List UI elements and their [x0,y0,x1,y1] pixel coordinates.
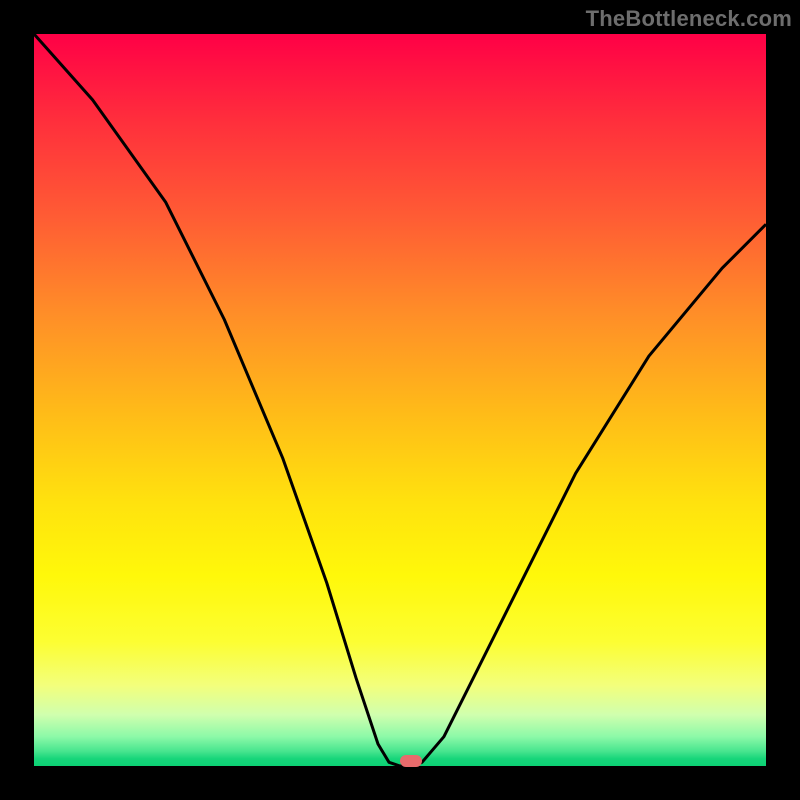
curve-svg [34,34,766,766]
plot-area [34,34,766,766]
bottleneck-curve [34,34,766,766]
optimal-marker [400,755,422,767]
watermark-text: TheBottleneck.com [586,6,792,32]
chart-container: TheBottleneck.com [0,0,800,800]
